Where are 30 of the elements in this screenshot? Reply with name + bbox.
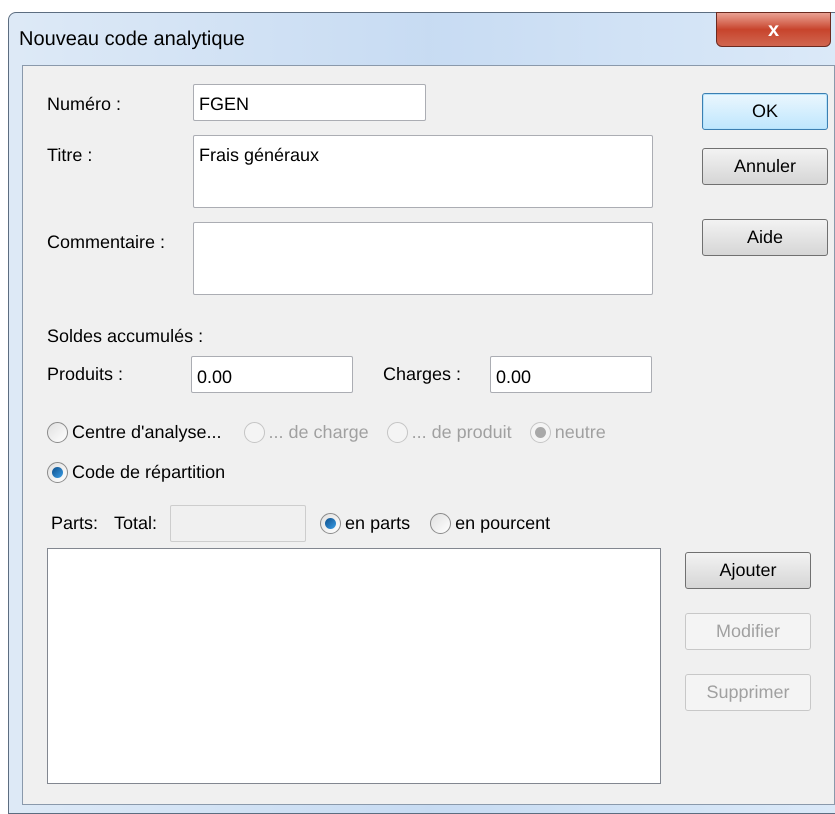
field-label: Numéro : — [47, 93, 122, 116]
radio-button[interactable] — [47, 422, 68, 443]
dialog-button[interactable]: Aide — [702, 219, 828, 256]
total-label: Total: — [114, 512, 158, 535]
radio-button[interactable] — [430, 513, 452, 534]
parts-label: Parts: — [51, 512, 98, 535]
field-label: Charges : — [383, 363, 462, 386]
dialog-button[interactable]: OK — [702, 93, 828, 130]
field-label: Titre : — [47, 144, 94, 167]
input-field[interactable]: 0.00 — [191, 356, 353, 393]
dialog-button[interactable]: Ajouter — [685, 552, 811, 589]
radio-label: Centre d'analyse... — [72, 421, 222, 444]
field-label: Commentaire : — [47, 231, 166, 254]
window-title: Nouveau code analytique — [19, 27, 245, 52]
radio-label: ... de produit — [412, 421, 512, 444]
input-field[interactable]: 0.00 — [490, 356, 652, 393]
radio-button[interactable] — [320, 513, 342, 534]
radio-label: en parts — [345, 512, 410, 535]
input-field[interactable] — [193, 222, 653, 295]
dialog-button[interactable]: Annuler — [702, 148, 828, 185]
field-label: Produits : — [47, 363, 124, 386]
input-field[interactable]: FGEN — [193, 84, 426, 121]
close-button[interactable]: x — [716, 12, 831, 47]
radio-label: Code de répartition — [72, 461, 226, 484]
section-label: Soldes accumulés : — [47, 325, 204, 348]
radio-label: en pourcent — [455, 512, 550, 535]
radio-label: ... de charge — [268, 421, 369, 444]
radio-button[interactable] — [47, 462, 68, 483]
input-field[interactable]: Frais généraux — [193, 135, 653, 208]
radio-label: neutre — [554, 421, 606, 444]
